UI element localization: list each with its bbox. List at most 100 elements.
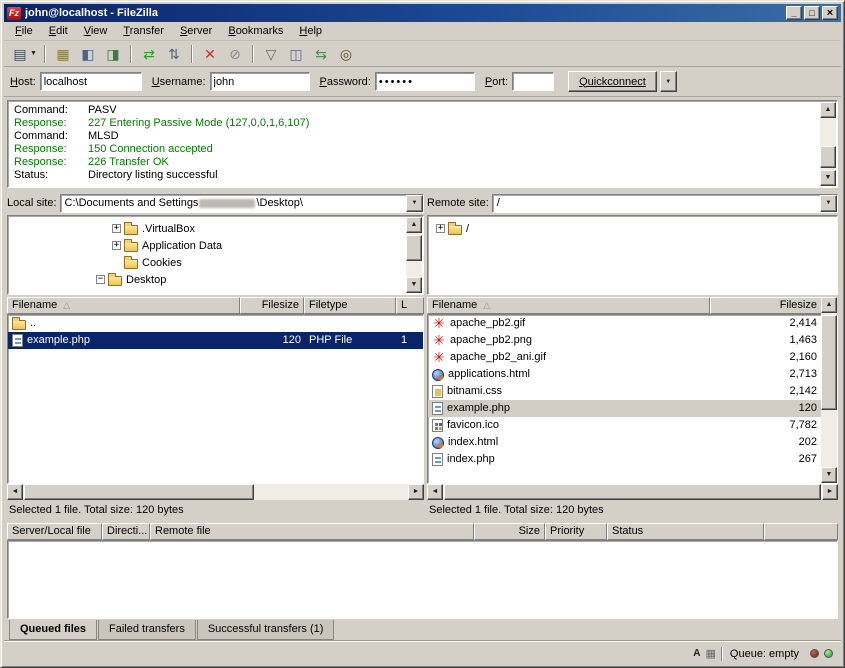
local-column-filesize[interactable]: Filesize: [240, 297, 304, 314]
queue-column-priority[interactable]: Priority: [545, 523, 607, 540]
menu-server[interactable]: Server: [172, 23, 220, 39]
scroll-up-button[interactable]: ▲: [820, 102, 836, 118]
disconnect-icon[interactable]: ⊘: [223, 43, 247, 65]
username-input[interactable]: [210, 72, 310, 91]
minimize-button[interactable]: _: [786, 6, 802, 20]
file-row[interactable]: index.php267: [428, 451, 821, 468]
keypad-icon[interactable]: ▦: [706, 647, 716, 660]
tree-expander-plus-icon[interactable]: +: [112, 241, 121, 250]
close-button[interactable]: ×: [822, 6, 838, 20]
quickconnect-dropdown-button[interactable]: ▼: [660, 71, 677, 92]
port-input[interactable]: [512, 72, 554, 91]
remote-pane: Remote site: / ▼ +/: [427, 193, 838, 295]
tree-item[interactable]: +Application Data: [8, 237, 423, 254]
scroll-thumb[interactable]: [444, 484, 821, 500]
local-list-hscrollbar[interactable]: ◄ ►: [7, 484, 424, 500]
queue-column-status[interactable]: Status: [607, 523, 764, 540]
filter-icon[interactable]: ▽: [259, 43, 283, 65]
site-manager-dropdown-icon[interactable]: ▼: [28, 43, 39, 65]
refresh-icon[interactable]: ⇄: [137, 43, 161, 65]
quickconnect-bar: Host: Username: Password: Port: Quickcon…: [4, 67, 841, 97]
scroll-thumb[interactable]: [821, 315, 837, 410]
scroll-down-button[interactable]: ▼: [821, 467, 837, 483]
host-input[interactable]: [40, 72, 142, 91]
file-row[interactable]: bitnami.css2,142: [428, 383, 821, 400]
local-site-dropdown-button[interactable]: ▼: [406, 195, 423, 212]
scroll-left-button[interactable]: ◄: [7, 484, 23, 500]
html-file-icon: [432, 437, 444, 449]
scroll-up-button[interactable]: ▲: [406, 217, 422, 233]
log-type-label: Command:: [14, 104, 88, 117]
ascii-type-icon[interactable]: A: [693, 648, 700, 659]
queue-column-size[interactable]: Size: [474, 523, 545, 540]
log-message: MLSD: [88, 130, 119, 143]
tree-expander-plus-icon[interactable]: +: [112, 224, 121, 233]
scroll-thumb[interactable]: [820, 146, 836, 168]
remote-site-dropdown-button[interactable]: ▼: [820, 195, 837, 212]
file-row[interactable]: favicon.ico7,782: [428, 417, 821, 434]
local-tree-scrollbar[interactable]: ▲ ▼: [406, 217, 422, 293]
queue-column-remote-file[interactable]: Remote file: [150, 523, 474, 540]
local-site-combobox[interactable]: C:\Documents and Settings\Desktop\ ▼: [60, 194, 424, 213]
scroll-right-button[interactable]: ►: [822, 484, 838, 500]
quickconnect-button[interactable]: Quickconnect: [568, 71, 657, 92]
file-row[interactable]: example.php120: [428, 400, 821, 417]
tree-item[interactable]: +/: [428, 220, 837, 237]
cancel-icon[interactable]: ✕: [198, 43, 222, 65]
synchronized-browsing-icon[interactable]: ⇆: [309, 43, 333, 65]
file-row[interactable]: example.php120PHP File1: [8, 332, 423, 349]
scroll-thumb[interactable]: [406, 235, 422, 261]
file-row[interactable]: ..: [8, 315, 423, 332]
menu-view[interactable]: View: [76, 23, 116, 39]
file-name: apache_pb2.png: [450, 332, 532, 349]
remote-site-combobox[interactable]: / ▼: [492, 194, 838, 213]
scroll-left-button[interactable]: ◄: [427, 484, 443, 500]
maximize-button[interactable]: □: [804, 6, 820, 20]
tree-item[interactable]: +.VirtualBox: [8, 220, 423, 237]
file-row[interactable]: ✳apache_pb2.gif2,414: [428, 315, 821, 332]
toggle-remote-tree-icon[interactable]: ◨: [101, 43, 125, 65]
scroll-down-button[interactable]: ▼: [406, 277, 422, 293]
file-row[interactable]: applications.html2,713: [428, 366, 821, 383]
menu-edit[interactable]: Edit: [41, 23, 76, 39]
title-bar[interactable]: Fz john@localhost - FileZilla _ □ ×: [4, 4, 841, 22]
menu-transfer[interactable]: Transfer: [115, 23, 172, 39]
scroll-up-button[interactable]: ▲: [821, 297, 837, 313]
local-column-filename[interactable]: Filename△: [7, 297, 240, 314]
remote-column-filesize[interactable]: Filesize: [710, 297, 822, 314]
tree-expander-plus-icon[interactable]: +: [436, 224, 445, 233]
toggle-message-log-icon[interactable]: ▦: [51, 43, 75, 65]
local-column-filetype[interactable]: Filetype: [304, 297, 396, 314]
log-scrollbar[interactable]: ▲ ▼: [820, 102, 836, 186]
toggle-local-tree-icon[interactable]: ◧: [76, 43, 100, 65]
queue-column-server-local-file[interactable]: Server/Local file: [7, 523, 102, 540]
file-row[interactable]: ✳apache_pb2_ani.gif2,160: [428, 349, 821, 366]
remote-list-scrollbar[interactable]: ▲ ▼: [821, 297, 837, 483]
tab-successful-transfers-1[interactable]: Successful transfers (1): [197, 620, 335, 640]
scroll-down-button[interactable]: ▼: [820, 170, 836, 186]
remote-status-text: Selected 1 file. Total size: 120 bytes: [427, 500, 838, 519]
tree-item[interactable]: −Desktop: [8, 271, 423, 288]
tab-queued-files[interactable]: Queued files: [9, 620, 97, 640]
menu-help[interactable]: Help: [291, 23, 330, 39]
tab-failed-transfers[interactable]: Failed transfers: [98, 620, 196, 640]
find-files-icon[interactable]: ◎: [334, 43, 358, 65]
queue-column-blank[interactable]: [764, 523, 838, 540]
file-name: apache_pb2_ani.gif: [450, 349, 546, 366]
local-column-modified[interactable]: L: [396, 297, 424, 314]
queue-column-directi[interactable]: Directi...: [102, 523, 150, 540]
tree-expander-minus-icon[interactable]: −: [96, 275, 105, 284]
tree-item[interactable]: Cookies: [8, 254, 423, 271]
remote-column-filename[interactable]: Filename△: [427, 297, 710, 314]
remote-list-hscrollbar[interactable]: ◄ ►: [427, 484, 838, 500]
directory-comparison-icon[interactable]: ◫: [284, 43, 308, 65]
password-input[interactable]: [375, 72, 475, 91]
menu-file[interactable]: File: [7, 23, 41, 39]
process-queue-icon[interactable]: ⇅: [162, 43, 186, 65]
scroll-thumb[interactable]: [24, 484, 254, 500]
menu-bookmarks[interactable]: Bookmarks: [220, 23, 291, 39]
file-row[interactable]: ✳apache_pb2.png1,463: [428, 332, 821, 349]
log-type-label: Response:: [14, 117, 88, 130]
scroll-right-button[interactable]: ►: [408, 484, 424, 500]
file-row[interactable]: index.html202: [428, 434, 821, 451]
